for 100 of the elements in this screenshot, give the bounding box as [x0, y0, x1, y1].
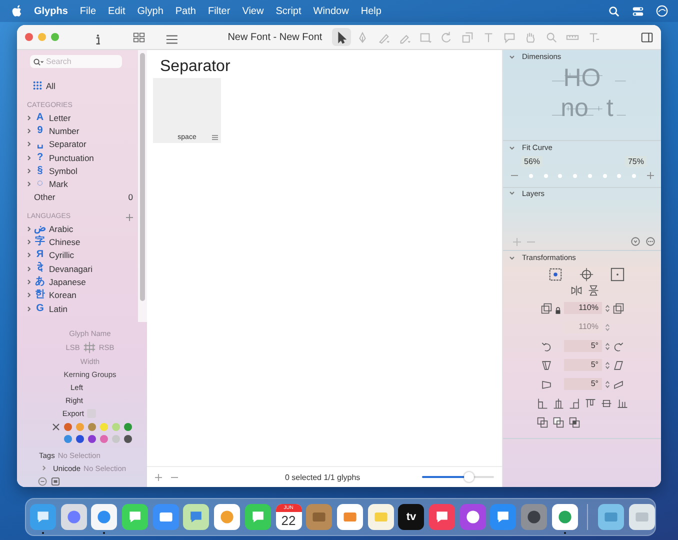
app-icon[interactable] — [521, 504, 547, 530]
crosshair-icon[interactable] — [578, 267, 594, 282]
siri-icon[interactable] — [656, 5, 668, 17]
color-swatch[interactable] — [76, 423, 84, 431]
search-field[interactable]: Search — [30, 55, 122, 68]
app-icon[interactable] — [490, 504, 516, 530]
color-swatch[interactable] — [64, 435, 72, 443]
sidebar-item[interactable]: A Letter — [17, 111, 138, 124]
disclosure-chevron-icon[interactable] — [26, 114, 32, 121]
slant-left-icon[interactable] — [540, 360, 552, 370]
scrollbar[interactable] — [140, 53, 145, 301]
disclosure-chevron-icon[interactable] — [26, 226, 32, 232]
flip-horizontal-icon[interactable] — [570, 285, 582, 296]
menu-icon[interactable] — [212, 135, 218, 140]
folder-icon[interactable] — [598, 504, 624, 530]
union-icon[interactable] — [537, 417, 548, 428]
color-swatch[interactable] — [100, 435, 108, 443]
stepper-icon[interactable] — [604, 380, 610, 388]
slant-right-icon[interactable] — [612, 360, 624, 370]
app-icon[interactable] — [368, 504, 394, 530]
app-menu[interactable]: Glyphs — [34, 6, 68, 16]
plus-icon[interactable] — [646, 172, 654, 179]
slant-field[interactable]: 5° — [564, 378, 602, 390]
stepper-icon[interactable] — [604, 342, 610, 350]
app-icon[interactable] — [60, 504, 87, 530]
sidebar-item[interactable]: ␣ Separator — [17, 138, 138, 151]
disclosure-chevron-icon[interactable] — [26, 239, 32, 246]
sidebar-item[interactable]: ◌ Mark — [17, 177, 138, 191]
align-center-icon[interactable] — [552, 398, 564, 409]
trash-icon[interactable] — [628, 504, 655, 530]
rotate-right-icon[interactable] — [612, 340, 624, 352]
apple-logo-icon[interactable] — [12, 5, 22, 17]
sidebar-item[interactable]: Other 0 — [17, 190, 138, 204]
disclosure-chevron-icon[interactable] — [509, 144, 515, 150]
disclosure-chevron-icon[interactable] — [26, 278, 32, 285]
sidebar-item[interactable]: Я Cyrillic — [17, 248, 138, 262]
stepper-icon[interactable] — [604, 322, 610, 332]
app-icon[interactable] — [30, 504, 56, 530]
color-swatch[interactable] — [76, 435, 84, 443]
disclosure-chevron-icon[interactable] — [26, 306, 32, 312]
add-box-icon[interactable] — [51, 477, 60, 486]
color-swatch[interactable] — [64, 423, 72, 431]
eye-button-icon[interactable] — [631, 237, 640, 246]
disclosure-chevron-icon[interactable] — [26, 154, 32, 161]
clear-color-icon[interactable] — [52, 423, 60, 431]
app-icon[interactable] — [244, 504, 271, 530]
disclosure-chevron-icon[interactable] — [26, 128, 32, 134]
slider-thumb[interactable] — [464, 472, 474, 482]
minus-icon[interactable] — [511, 172, 518, 179]
subtract-icon[interactable] — [553, 417, 564, 428]
color-swatch[interactable] — [100, 423, 108, 431]
menu-item[interactable]: File — [80, 6, 96, 16]
zoom-button[interactable] — [51, 33, 59, 41]
sidebar-item[interactable]: ? Punctuation — [17, 150, 138, 164]
slant-field[interactable]: 5° — [564, 359, 602, 371]
app-icon[interactable] — [152, 504, 179, 530]
app-icon[interactable] — [183, 504, 210, 530]
disclosure-chevron-icon[interactable] — [26, 292, 32, 298]
percentage-field[interactable]: 75% — [624, 156, 647, 167]
more-icon[interactable] — [646, 237, 655, 246]
bounding-box-icon[interactable] — [548, 267, 562, 282]
scale-field[interactable]: 110% — [564, 302, 602, 314]
scale-down-icon[interactable] — [540, 302, 552, 314]
app-icon[interactable] — [460, 504, 486, 530]
flip-vertical-icon[interactable] — [588, 285, 598, 296]
sidebar-item[interactable]: 한 Korean — [17, 288, 138, 302]
sidebar-item[interactable]: 9 Number — [17, 124, 138, 138]
color-swatch[interactable] — [112, 423, 120, 431]
stepper-icon[interactable] — [604, 304, 610, 312]
disclosure-chevron-icon[interactable] — [509, 254, 515, 260]
app-icon[interactable] — [91, 504, 118, 530]
scale-up-icon[interactable] — [612, 302, 624, 314]
lock-icon[interactable] — [554, 307, 560, 314]
percentage-field[interactable]: 56% — [521, 156, 544, 167]
grid-view-icon[interactable] — [132, 32, 145, 42]
disclosure-chevron-icon[interactable] — [26, 181, 32, 188]
menu-item[interactable]: Filter — [208, 6, 230, 16]
disclosure-chevron-icon[interactable] — [26, 266, 32, 272]
app-icon[interactable] — [552, 504, 578, 530]
rotate-left-icon[interactable] — [540, 340, 552, 352]
align-left-icon[interactable] — [536, 398, 548, 409]
menu-item[interactable]: Glyph — [137, 6, 164, 16]
disclosure-chevron-icon[interactable] — [41, 465, 47, 471]
add-icon[interactable] — [155, 474, 162, 480]
menu-item[interactable]: Script — [276, 6, 302, 16]
sidebar-toggle-icon[interactable] — [641, 32, 654, 42]
color-swatch[interactable] — [112, 435, 120, 443]
sidebar-item[interactable]: दे Devanagari — [17, 262, 138, 276]
app-icon[interactable] — [122, 504, 148, 530]
sidebar-item[interactable]: G Latin — [17, 302, 138, 316]
align-middle-icon[interactable] — [600, 398, 612, 409]
disclosure-chevron-icon[interactable] — [26, 252, 32, 258]
menu-item[interactable]: Path — [175, 6, 196, 16]
menu-item[interactable]: Help — [360, 6, 382, 16]
add-icon[interactable] — [126, 214, 133, 221]
skew-left-icon[interactable] — [540, 378, 552, 390]
menu-item[interactable]: View — [242, 6, 264, 16]
color-swatch[interactable] — [88, 435, 96, 443]
color-swatch[interactable] — [124, 435, 132, 443]
control-center-icon[interactable] — [632, 6, 644, 16]
